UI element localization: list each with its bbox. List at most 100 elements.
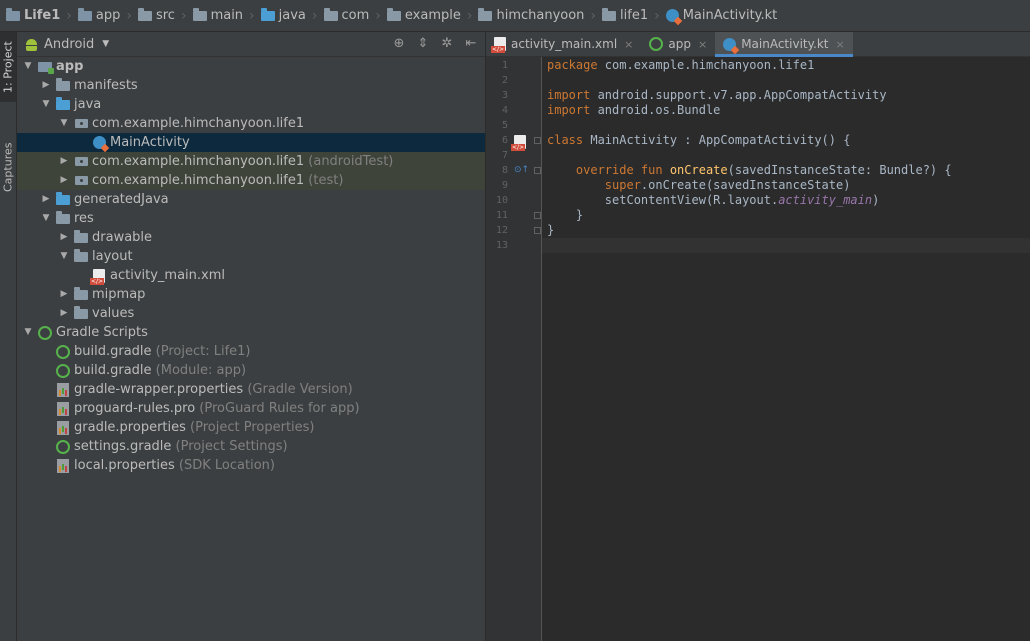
kotlin-file-icon [723, 37, 737, 51]
breadcrumb-item[interactable]: main › [187, 7, 255, 24]
tree-node[interactable]: build.gradle (Project: Life1) [17, 342, 485, 361]
tree-node[interactable]: build.gradle (Module: app) [17, 361, 485, 380]
breadcrumb-item[interactable]: java › [255, 7, 318, 24]
gradle-icon [56, 439, 70, 454]
collapse-arrow-icon[interactable]: ▶ [59, 285, 69, 304]
fold-marker-icon[interactable] [534, 227, 541, 234]
close-icon[interactable]: × [698, 38, 707, 51]
breadcrumb-item[interactable]: himchanyoon › [472, 7, 596, 24]
locate-icon[interactable]: ⊕ [391, 36, 407, 51]
expand-arrow-icon[interactable]: ▼ [41, 209, 51, 228]
breadcrumb-item[interactable]: com › [318, 7, 381, 24]
tree-node[interactable]: ▼ layout [17, 247, 485, 266]
expand-arrow-icon[interactable]: ▼ [59, 114, 69, 133]
fold-marker-icon[interactable] [534, 167, 541, 174]
tree-node-name: generatedJava [74, 192, 169, 207]
app-module-icon [38, 61, 54, 74]
tool-tab-project[interactable]: 1: Project [0, 32, 16, 102]
tree-node-name: proguard-rules.pro [74, 401, 196, 416]
code-line: import android.os.Bundle [547, 103, 720, 118]
tree-node[interactable]: local.properties (SDK Location) [17, 456, 485, 475]
tree-node-icon [73, 229, 89, 246]
tree-node-name: res [74, 211, 94, 226]
tree-node-hint: (androidTest) [308, 154, 394, 169]
hide-icon[interactable]: ⇤ [463, 36, 479, 51]
tree-node-name: build.gradle [74, 344, 152, 359]
tree-node[interactable]: ▶ com.example.himchanyoon.life1 (test) [17, 171, 485, 190]
collapse-arrow-icon[interactable]: ▶ [59, 304, 69, 323]
folder-icon [478, 7, 493, 21]
tree-node-label: generatedJava [74, 190, 169, 209]
tree-node-icon [55, 191, 71, 208]
breadcrumb-label: himchanyoon [496, 8, 585, 23]
tree-node-icon [55, 96, 71, 113]
settings-icon[interactable]: ✲ [439, 36, 455, 51]
tree-node[interactable]: ▶ drawable [17, 228, 485, 247]
editor-tab[interactable]: MainActivity.kt × [715, 32, 853, 57]
editor-tab-label: app [668, 37, 691, 51]
tree-node[interactable]: ▶ values [17, 304, 485, 323]
fold-marker-icon[interactable] [534, 212, 541, 219]
expand-arrow-icon[interactable]: ▼ [59, 247, 69, 266]
gradle-icon [649, 37, 664, 51]
tree-node-icon [37, 325, 53, 341]
line-number: 13 [495, 240, 508, 251]
tree-node[interactable]: MainActivity [17, 133, 485, 152]
breadcrumb-item[interactable]: life1 › [596, 7, 660, 24]
tool-tab-captures[interactable]: Captures [0, 124, 16, 210]
editor-tab[interactable]: activity_main.xml × [486, 32, 641, 56]
view-selector[interactable]: Android [44, 37, 94, 52]
close-icon[interactable]: × [835, 38, 844, 51]
expand-arrow-icon[interactable]: ▼ [41, 95, 51, 114]
folder-icon [56, 77, 70, 91]
close-icon[interactable]: × [624, 38, 633, 51]
expand-arrow-icon[interactable]: ▼ [23, 57, 33, 76]
expand-arrow-icon[interactable]: ▼ [23, 323, 33, 342]
layout-related-file-icon[interactable] [511, 135, 526, 152]
tree-node-hint: (test) [308, 173, 344, 188]
tree-node[interactable]: activity_main.xml [17, 266, 485, 285]
collapse-arrow-icon[interactable]: ▶ [41, 76, 51, 95]
tree-node[interactable]: ▶ manifests [17, 76, 485, 95]
tree-node-name: com.example.himchanyoon.life1 [92, 154, 305, 169]
breadcrumb-item[interactable]: example › [381, 7, 472, 24]
tree-node[interactable]: ▼ app [17, 57, 485, 76]
tree-node[interactable]: gradle-wrapper.properties (Gradle Versio… [17, 380, 485, 399]
tree-node[interactable]: settings.gradle (Project Settings) [17, 437, 485, 456]
breadcrumb-item[interactable]: MainActivity.kt [660, 8, 777, 23]
override-method-icon[interactable]: ⊙↑ [514, 165, 529, 175]
collapse-icon[interactable]: ⇕ [415, 36, 431, 51]
line-number: 7 [501, 150, 508, 161]
module-folder-icon [77, 7, 92, 21]
collapse-arrow-icon[interactable]: ▶ [41, 190, 51, 209]
tree-node[interactable]: ▼ res [17, 209, 485, 228]
kotlin-file-icon [665, 9, 679, 22]
line-number: 3 [501, 90, 508, 101]
line-number: 8 [501, 165, 508, 176]
tree-node-hint: (Gradle Version) [247, 382, 353, 397]
tree-node[interactable]: ▶ com.example.himchanyoon.life1 (androidT… [17, 152, 485, 171]
tree-node-label: Gradle Scripts [56, 323, 148, 342]
breadcrumb-item[interactable]: src › [132, 7, 187, 24]
tree-node-label: drawable [92, 228, 152, 247]
collapse-arrow-icon[interactable]: ▶ [59, 171, 69, 190]
fold-marker-icon[interactable] [534, 137, 541, 144]
tree-node[interactable]: ▶ mipmap [17, 285, 485, 304]
tree-node-icon [55, 401, 71, 417]
tool-tab-project-label: 1: Project [1, 41, 15, 93]
tree-node[interactable]: proguard-rules.pro (ProGuard Rules for a… [17, 399, 485, 418]
breadcrumb-item[interactable]: Life1 › [0, 7, 72, 24]
breadcrumb-label: app [95, 8, 121, 23]
chevron-down-icon[interactable]: ▼ [102, 39, 109, 49]
collapse-arrow-icon[interactable]: ▶ [59, 152, 69, 171]
breadcrumb-item[interactable]: app › [72, 7, 132, 24]
tree-node[interactable]: ▼ com.example.himchanyoon.life1 [17, 114, 485, 133]
tree-node[interactable]: ▶ generatedJava [17, 190, 485, 209]
tree-node[interactable]: ▼ java [17, 95, 485, 114]
collapse-arrow-icon[interactable]: ▶ [59, 228, 69, 247]
project-tree: ▼ app ▶ manifests ▼ java ▼ com.example.himchany… [17, 57, 485, 475]
tree-node[interactable]: ▼ Gradle Scripts [17, 323, 485, 342]
tree-node[interactable]: gradle.properties (Project Properties) [17, 418, 485, 437]
editor-tab[interactable]: app × [641, 32, 715, 56]
